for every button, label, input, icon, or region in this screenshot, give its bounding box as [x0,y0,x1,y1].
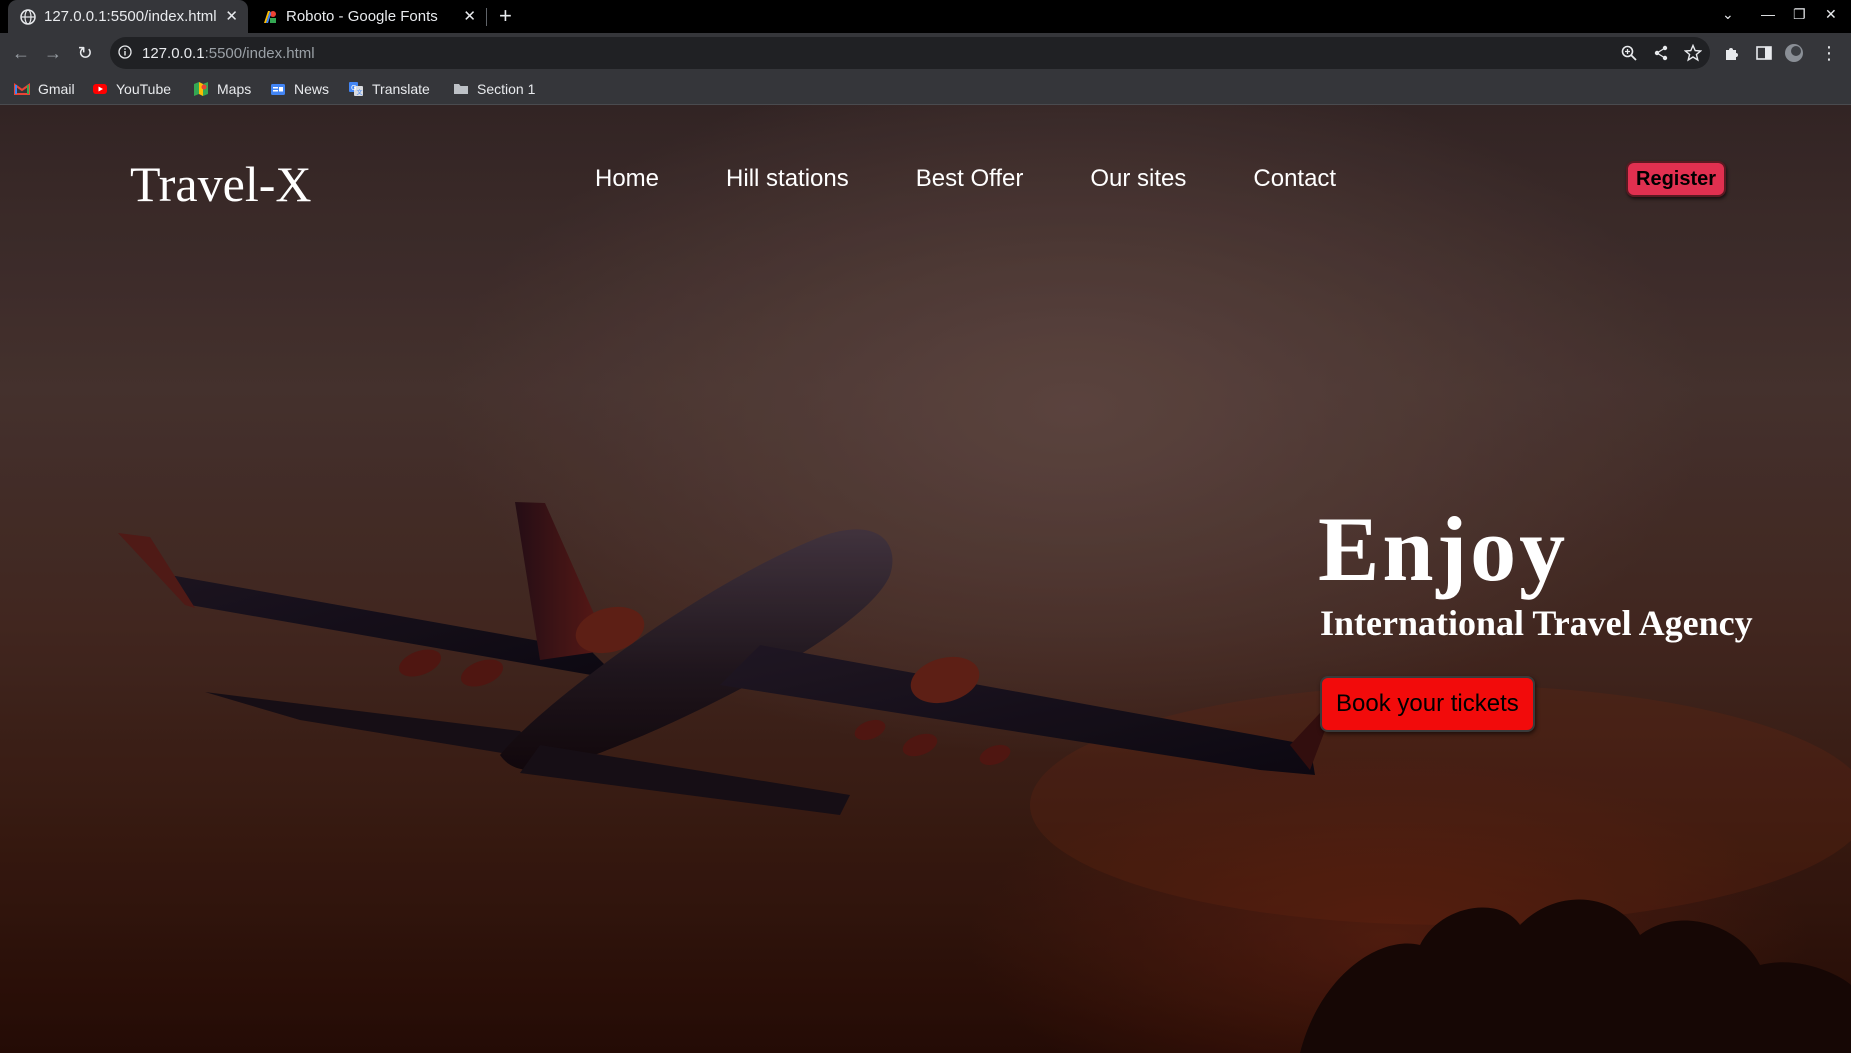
address-bar[interactable]: 127.0.0.1:5500/index.html [110,37,1710,69]
nav-link-our-sites[interactable]: Our sites [1090,165,1186,193]
google-fonts-icon [264,11,276,23]
tab-separator [486,8,487,26]
page-viewport: Travel-X Home Hill stations Best Offer O… [0,105,1851,1053]
url-text[interactable]: 127.0.0.1:5500/index.html [142,45,315,62]
tab-search-icon[interactable]: ⌄ [1722,6,1734,23]
new-tab-icon[interactable]: + [499,3,512,29]
url-host: 127.0.0.1 [142,45,205,62]
hero-title: Enjoy [1318,498,1569,600]
globe-icon [20,9,36,25]
toolbar: ← → ↻ 127.0.0.1:5500/index.html ⋮ [0,33,1851,73]
book-tickets-button[interactable]: Book your tickets [1320,676,1535,732]
bookmark-label: Section 1 [477,81,536,97]
hero-subtitle: International Travel Agency [1320,603,1753,643]
register-button[interactable]: Register [1626,161,1727,197]
tab-title: 127.0.0.1:5500/index.html [44,8,217,25]
reload-icon[interactable]: ↻ [74,42,96,64]
close-window-icon[interactable]: ✕ [1825,6,1837,23]
bookmark-label: Gmail [38,81,75,97]
site-logo[interactable]: Travel-X [130,155,311,213]
nav-link-home[interactable]: Home [595,165,659,193]
bookmark-gmail[interactable]: Gmail [14,79,75,99]
close-tab-icon[interactable]: ✕ [463,7,476,25]
nav-link-contact[interactable]: Contact [1253,165,1336,193]
tab-index[interactable]: 127.0.0.1:5500/index.html ✕ [8,0,248,33]
bookmark-label: Translate [372,81,430,97]
nav-link-hill-stations[interactable]: Hill stations [726,165,849,193]
bookmark-label: Maps [217,81,252,97]
bookmark-youtube[interactable]: YouTube [92,79,171,99]
close-tab-icon[interactable]: ✕ [225,7,238,25]
share-icon[interactable] [1652,44,1670,62]
news-icon [271,84,285,95]
tab-strip: 127.0.0.1:5500/index.html ✕ Roboto - Goo… [0,0,1851,33]
extensions-icon[interactable] [1722,43,1742,63]
minimize-icon[interactable]: — [1761,6,1775,22]
bookmark-label: News [294,81,330,97]
translate-icon: G 文 [349,82,363,97]
svg-text:文: 文 [357,89,363,97]
tab-title: Roboto - Google Fonts [286,8,438,25]
zoom-icon[interactable] [1620,44,1638,62]
bookmark-news[interactable]: News [270,79,329,99]
youtube-icon [93,84,107,94]
main-nav: Home Hill stations Best Offer Our sites … [595,165,1403,193]
side-panel-icon[interactable] [1754,43,1774,63]
forward-icon[interactable]: → [42,42,64,64]
gmail-icon [14,83,30,95]
bookmark-label: YouTube [116,81,172,97]
restore-icon[interactable]: ❐ [1793,6,1806,23]
menu-kebab-icon[interactable]: ⋮ [1818,42,1840,64]
nav-link-best-offer[interactable]: Best Offer [916,165,1024,193]
info-icon[interactable] [118,45,132,59]
tab-google-fonts[interactable]: Roboto - Google Fonts ✕ [250,0,486,33]
back-icon[interactable]: ← [10,42,32,64]
bookmark-translate[interactable]: G 文 Translate [348,79,430,99]
folder-icon [454,84,468,94]
profile-avatar-icon[interactable] [1784,43,1804,63]
browser-window: 127.0.0.1:5500/index.html ✕ Roboto - Goo… [0,0,1851,1053]
bookmark-maps[interactable]: Maps [193,79,251,99]
url-path: :5500/index.html [204,45,315,62]
hero-background-image [0,105,1851,1053]
bookmark-star-icon[interactable] [1684,44,1702,62]
bookmarks-bar: Gmail YouTube Maps News G 文 Translate Se… [0,73,1851,105]
bookmark-folder-section-1[interactable]: Section 1 [453,79,535,99]
maps-icon [194,82,208,96]
